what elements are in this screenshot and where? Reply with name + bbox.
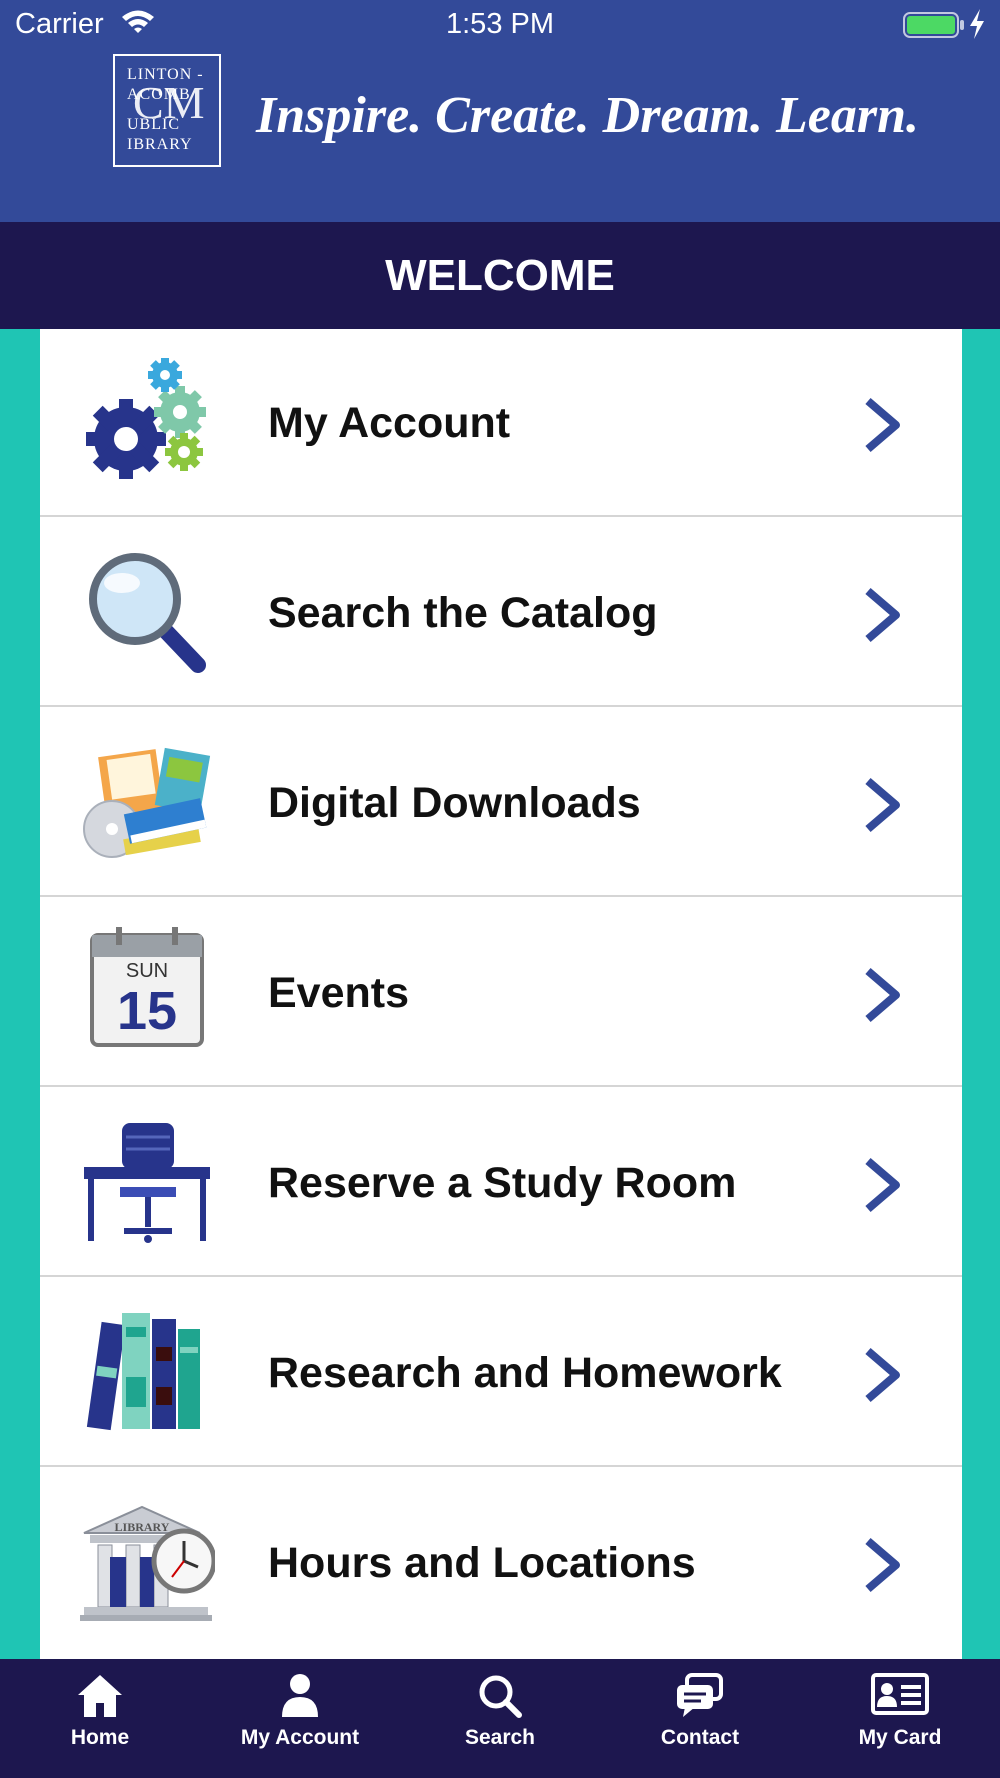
- menu-item-label: Events: [268, 969, 410, 1017]
- tab-search[interactable]: Search: [400, 1659, 600, 1778]
- menu-item-research-homework[interactable]: Research and Homework: [40, 1279, 962, 1467]
- calendar-date-label: 15: [117, 981, 177, 1041]
- logo-line-2: ACOMB: [127, 86, 191, 103]
- chevron-right-icon: [860, 1537, 904, 1593]
- tab-label: My Card: [858, 1726, 942, 1749]
- calendar-day-label: SUN: [126, 960, 168, 982]
- desk-chair-icon: [80, 1117, 215, 1247]
- menu-item-digital-downloads[interactable]: Digital Downloads: [40, 709, 962, 897]
- chevron-right-icon: [860, 1347, 904, 1403]
- chevron-right-icon: [860, 587, 904, 643]
- menu-item-study-room[interactable]: Reserve a Study Room: [40, 1089, 962, 1277]
- status-bar: Carrier 1:53 PM: [0, 0, 1000, 50]
- tab-home[interactable]: Home: [0, 1659, 200, 1778]
- menu-item-label: My Account: [268, 399, 511, 447]
- tab-label: Home: [70, 1726, 130, 1749]
- chevron-right-icon: [860, 1157, 904, 1213]
- tab-my-card[interactable]: My Card: [800, 1659, 1000, 1778]
- library-clock-icon: LIBRARY: [80, 1497, 217, 1627]
- menu-item-label: Hours and Locations: [268, 1539, 696, 1587]
- menu-item-search-catalog[interactable]: Search the Catalog: [40, 519, 962, 707]
- app-header: CM LINTON - ACOMB UBLIC IBRARY Inspire. …: [0, 50, 1000, 222]
- books-disc-icon: [80, 737, 215, 867]
- logo-line-4: IBRARY: [127, 136, 193, 153]
- magnifier-icon: [80, 547, 215, 677]
- tab-my-account[interactable]: My Account: [200, 1659, 400, 1778]
- battery-icon: [903, 12, 965, 43]
- library-sign-label: LIBRARY: [115, 1520, 170, 1534]
- gears-icon: [80, 357, 215, 487]
- welcome-title: WELCOME: [0, 222, 1000, 329]
- clock-time: 1:53 PM: [446, 8, 554, 40]
- menu-item-label: Reserve a Study Room: [268, 1159, 737, 1207]
- chevron-right-icon: [860, 397, 904, 453]
- library-logo: CM LINTON - ACOMB UBLIC IBRARY: [113, 54, 221, 167]
- tab-label: Contact: [660, 1726, 740, 1749]
- bottom-tab-bar: Home My Account Search Contact My Card: [0, 1659, 1000, 1778]
- home-icon: [0, 1673, 200, 1721]
- chevron-right-icon: [860, 967, 904, 1023]
- chat-icon: [600, 1673, 800, 1721]
- menu-item-my-account[interactable]: My Account: [40, 329, 962, 517]
- person-icon: [200, 1673, 400, 1721]
- menu-item-hours-locations[interactable]: LIBRARY Hours and Locations: [40, 1469, 962, 1657]
- menu-item-label: Digital Downloads: [268, 779, 641, 827]
- tagline: Inspire. Create. Dream. Learn.: [256, 87, 919, 144]
- bookshelf-icon: [80, 1307, 215, 1437]
- main-menu: My Account Search the Catalog Digital Do…: [40, 329, 962, 1659]
- card-icon: [800, 1673, 1000, 1721]
- menu-item-events[interactable]: SUN 15 Events: [40, 899, 962, 1087]
- search-icon: [400, 1673, 600, 1721]
- menu-item-label: Research and Homework: [268, 1349, 782, 1397]
- menu-item-label: Search the Catalog: [268, 589, 658, 637]
- tab-label: Search: [464, 1726, 536, 1749]
- tab-contact[interactable]: Contact: [600, 1659, 800, 1778]
- tab-label: My Account: [240, 1726, 360, 1749]
- charging-bolt-icon: [968, 9, 986, 44]
- calendar-icon: SUN 15: [80, 927, 215, 1057]
- logo-line-3: UBLIC: [127, 116, 180, 133]
- chevron-right-icon: [860, 777, 904, 833]
- logo-line-1: LINTON -: [127, 66, 204, 83]
